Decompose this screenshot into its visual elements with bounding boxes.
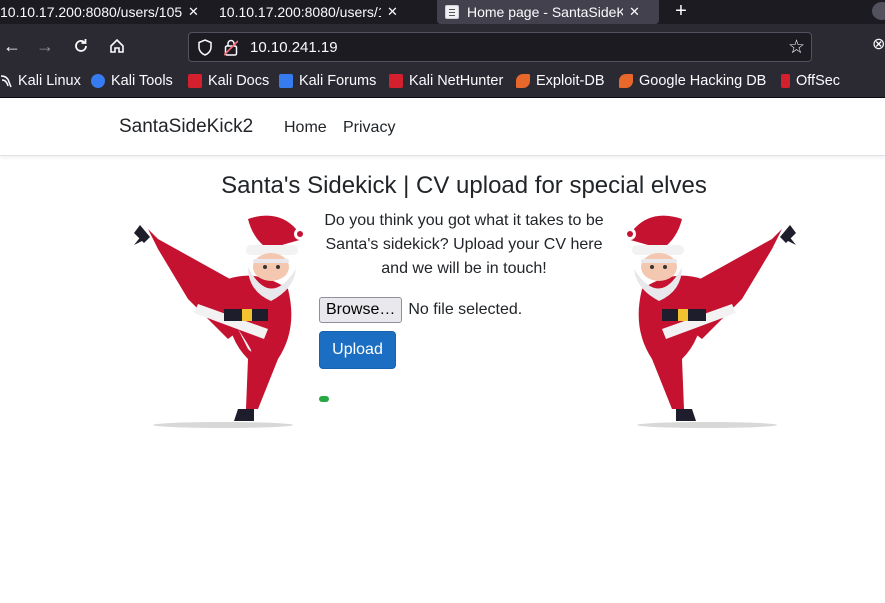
- tab-users-105[interactable]: 10.10.17.200:8080/users/105 ✕: [0, 0, 200, 24]
- bookmark-label: Google Hacking DB: [639, 73, 767, 89]
- kali-tools-icon: [91, 74, 105, 88]
- page-favicon-icon: [445, 5, 459, 19]
- back-arrow-icon[interactable]: ←: [0, 34, 24, 58]
- tab-title: 10.10.17.200:8080/users/101: [219, 4, 381, 20]
- nav-privacy-link[interactable]: Privacy: [343, 119, 395, 137]
- bookmark-kali-docs[interactable]: Kali Docs: [188, 73, 269, 89]
- home-icon[interactable]: [105, 34, 129, 58]
- tab-users-101[interactable]: 10.10.17.200:8080/users/101 ✕: [219, 0, 431, 24]
- bookmark-label: Kali NetHunter: [409, 73, 504, 89]
- bookmark-label: Kali Docs: [208, 73, 270, 89]
- upload-progress-indicator: [319, 396, 329, 402]
- account-icon[interactable]: [872, 2, 885, 20]
- new-tab-plus-icon[interactable]: +: [671, 0, 691, 24]
- kali-dragon-icon: [0, 74, 12, 88]
- bookmarks-toolbar: Kali Linux Kali Tools Kali Docs Kali For…: [0, 68, 885, 98]
- close-icon[interactable]: ✕: [188, 4, 199, 20]
- bookmark-google-hacking-db[interactable]: Google Hacking DB: [619, 73, 766, 89]
- tracking-shield-icon[interactable]: [197, 39, 213, 56]
- page-heading: Santa's Sidekick | CV upload for special…: [221, 172, 707, 199]
- insecure-lock-icon[interactable]: [224, 39, 238, 56]
- page-description: Do you think you got what it takes to be…: [324, 212, 604, 277]
- nav-home-link[interactable]: Home: [284, 119, 327, 137]
- bookmark-label: Exploit-DB: [536, 73, 605, 89]
- bookmark-exploit-db[interactable]: Exploit-DB: [516, 73, 605, 89]
- bookmark-kali-forums[interactable]: Kali Forums: [279, 73, 376, 89]
- bookmark-kali-linux[interactable]: Kali Linux: [0, 73, 81, 89]
- kali-nethunter-icon: [389, 74, 403, 88]
- extensions-icon[interactable]: ⊗: [872, 34, 885, 58]
- bookmark-label: Kali Forums: [299, 73, 377, 89]
- upload-button[interactable]: Upload: [319, 331, 396, 369]
- santa-kicking-image: [134, 215, 306, 428]
- browse-button[interactable]: Browse…: [319, 297, 403, 323]
- exploit-db-icon: [516, 74, 530, 88]
- bookmark-label: Kali Linux: [18, 73, 81, 89]
- close-icon[interactable]: ✕: [387, 4, 398, 20]
- browser-toolbar: ← → 10.10.241.19 ☆ ⊗: [0, 24, 885, 68]
- reload-icon[interactable]: [69, 34, 93, 58]
- site-navbar: SantaSideKick2 Home Privacy: [0, 99, 885, 156]
- tab-home-page[interactable]: Home page - SantaSideKick2 ✕: [437, 0, 659, 24]
- bookmark-label: Kali Tools: [111, 73, 173, 89]
- bookmark-kali-tools[interactable]: Kali Tools: [91, 73, 173, 89]
- ghdb-icon: [619, 74, 633, 88]
- web-page: SantaSideKick2 Home Privacy Santa's Side…: [0, 99, 885, 603]
- santa-kicking-image: [624, 215, 796, 428]
- offsec-icon: [781, 74, 790, 88]
- tab-strip: 10.10.17.200:8080/users/105 ✕ 10.10.17.2…: [0, 0, 885, 24]
- url-text[interactable]: 10.10.241.19: [250, 39, 338, 56]
- tab-title: Home page - SantaSideKick2: [467, 4, 623, 20]
- address-bar[interactable]: 10.10.241.19 ☆: [188, 32, 812, 62]
- bookmark-label: OffSec: [796, 73, 841, 89]
- file-input[interactable]: Browse… No file selected.: [319, 297, 522, 323]
- kali-forums-icon: [279, 74, 293, 88]
- bookmark-offsec[interactable]: OffSec: [781, 73, 840, 89]
- site-brand[interactable]: SantaSideKick2: [119, 116, 253, 138]
- tab-title: 10.10.17.200:8080/users/105: [0, 4, 182, 20]
- forward-arrow-icon[interactable]: →: [33, 34, 57, 58]
- close-icon[interactable]: ✕: [629, 4, 640, 20]
- kali-docs-icon: [188, 74, 202, 88]
- bookmark-star-icon[interactable]: ☆: [788, 36, 805, 59]
- file-status-text: No file selected.: [408, 301, 523, 318]
- bookmark-kali-nethunter[interactable]: Kali NetHunter: [389, 73, 503, 89]
